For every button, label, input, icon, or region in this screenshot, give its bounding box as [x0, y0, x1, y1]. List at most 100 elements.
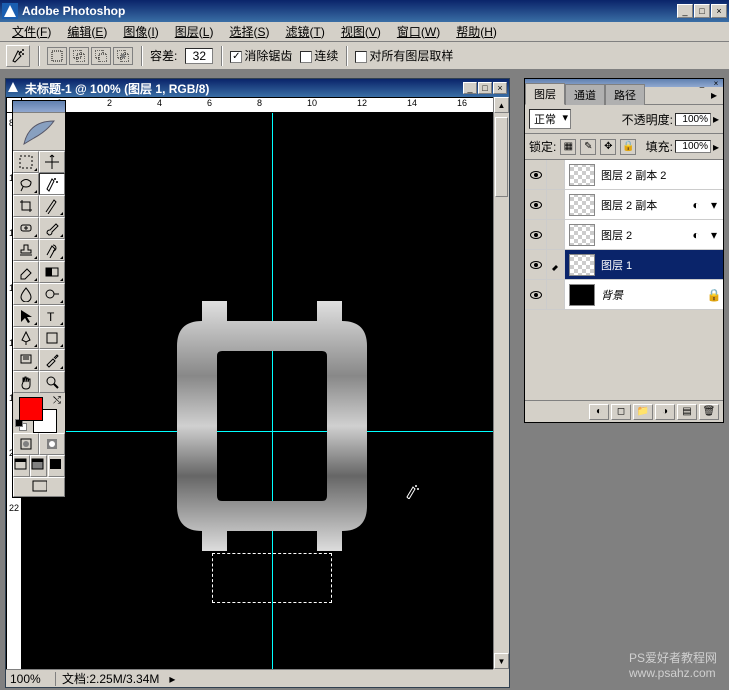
blend-mode-select[interactable]: 正常 [529, 109, 571, 129]
tools-palette[interactable]: T ⤭ [12, 100, 66, 498]
menu-edit[interactable]: 编辑(E) [59, 21, 115, 42]
layer-style-button[interactable]: ◐ [589, 404, 609, 420]
quickmask-mode-icon[interactable] [39, 433, 65, 455]
layer-name[interactable]: 图层 2 [599, 227, 687, 243]
menu-window[interactable]: 窗口(W) [389, 21, 448, 42]
tolerance-input[interactable] [185, 48, 213, 64]
current-tool-icon[interactable] [6, 45, 30, 67]
screen-menubar-icon[interactable] [30, 455, 47, 477]
foreground-color[interactable] [19, 397, 43, 421]
antialias-checkbox[interactable]: 消除锯齿 [230, 47, 292, 64]
layer-style-icon[interactable]: ◐ [687, 228, 705, 242]
layer-visibility-toggle[interactable] [525, 160, 547, 189]
layer-thumbnail[interactable] [569, 194, 595, 216]
menu-file[interactable]: 文件(F) [4, 21, 59, 42]
layer-link-toggle[interactable] [547, 280, 565, 309]
document-info[interactable]: 文档:2.25M/3.34M [56, 670, 165, 687]
menu-view[interactable]: 视图(V) [333, 21, 389, 42]
close-button[interactable]: × [711, 4, 727, 18]
layer-mask-button[interactable]: ◻ [611, 404, 631, 420]
swap-colors-icon[interactable]: ⤭ [53, 395, 61, 406]
layer-visibility-toggle[interactable] [525, 220, 547, 249]
layer-link-toggle[interactable] [547, 220, 565, 249]
brush-tool[interactable] [39, 217, 65, 239]
delete-layer-button[interactable]: 🗑 [699, 404, 719, 420]
canvas[interactable] [22, 113, 493, 669]
layer-link-toggle[interactable] [547, 250, 565, 279]
hand-tool[interactable] [13, 371, 39, 393]
shape-tool[interactable] [39, 327, 65, 349]
layer-visibility-toggle[interactable] [525, 190, 547, 219]
layer-expand-icon[interactable]: ▾ [705, 228, 723, 242]
eyedropper-tool[interactable] [39, 349, 65, 371]
layer-row[interactable]: 图层 2 ◐ ▾ [525, 220, 723, 250]
lock-pixels-icon[interactable]: ✎ [580, 139, 596, 155]
layer-thumbnail[interactable] [569, 254, 595, 276]
sel-new-icon[interactable] [47, 47, 67, 65]
layer-name[interactable]: 图层 2 副本 [599, 197, 687, 213]
scroll-up-button[interactable]: ▲ [494, 97, 509, 113]
sel-sub-icon[interactable] [91, 47, 111, 65]
eraser-tool[interactable] [13, 261, 39, 283]
layer-link-toggle[interactable] [547, 160, 565, 189]
restore-button[interactable]: □ [694, 4, 710, 18]
tools-header[interactable] [13, 101, 65, 113]
magic-wand-tool[interactable] [39, 173, 65, 195]
lasso-tool[interactable] [13, 173, 39, 195]
dodge-tool[interactable] [39, 283, 65, 305]
layer-row[interactable]: 图层 2 副本 2 [525, 160, 723, 190]
menu-layer[interactable]: 图层(L) [167, 21, 222, 42]
history-brush-tool[interactable] [39, 239, 65, 261]
adjustment-layer-button[interactable]: ◑ [655, 404, 675, 420]
crop-tool[interactable] [13, 195, 39, 217]
layer-set-button[interactable]: 📁 [633, 404, 653, 420]
scroll-down-button[interactable]: ▼ [494, 653, 509, 669]
path-select-tool[interactable] [13, 305, 39, 327]
tab-paths[interactable]: 路径 [605, 84, 645, 105]
sel-add-icon[interactable] [69, 47, 89, 65]
layer-visibility-toggle[interactable] [525, 280, 547, 309]
minimize-button[interactable]: _ [677, 4, 693, 18]
lock-position-icon[interactable]: ✥ [600, 139, 616, 155]
type-tool[interactable]: T [39, 305, 65, 327]
slice-tool[interactable] [39, 195, 65, 217]
layer-expand-icon[interactable]: ▾ [705, 198, 723, 212]
screen-standard-icon[interactable] [13, 455, 30, 477]
menu-image[interactable]: 图像(I) [115, 21, 166, 42]
tab-channels[interactable]: 通道 [565, 84, 605, 105]
layer-row[interactable]: 背景 🔒 [525, 280, 723, 310]
panel-menu-icon[interactable]: ▸ [705, 86, 723, 104]
contiguous-checkbox[interactable]: 连续 [300, 47, 338, 64]
menu-help[interactable]: 帮助(H) [448, 21, 505, 42]
scrollbar-vertical[interactable]: ▲ ▼ [493, 97, 509, 669]
layer-thumbnail[interactable] [569, 224, 595, 246]
doc-minimize-button[interactable]: _ [463, 82, 477, 94]
zoom-tool[interactable] [39, 371, 65, 393]
opacity-flyout-icon[interactable]: ▸ [713, 112, 719, 126]
screen-full-icon[interactable] [48, 455, 65, 477]
all-layers-checkbox[interactable]: 对所有图层取样 [355, 47, 453, 64]
jump-to-imageready-icon[interactable] [13, 477, 65, 497]
layer-name[interactable]: 背景 [599, 287, 705, 303]
fill-flyout-icon[interactable]: ▸ [713, 140, 719, 154]
doc-maximize-button[interactable]: □ [478, 82, 492, 94]
standard-mode-icon[interactable] [13, 433, 39, 455]
sel-intersect-icon[interactable] [113, 47, 133, 65]
document-titlebar[interactable]: 未标题-1 @ 100% (图层 1, RGB/8) _ □ × [6, 79, 509, 97]
layer-thumbnail[interactable] [569, 164, 595, 186]
blur-tool[interactable] [13, 283, 39, 305]
zoom-level[interactable]: 100% [6, 672, 56, 686]
healing-tool[interactable] [13, 217, 39, 239]
lock-all-icon[interactable]: 🔒 [620, 139, 636, 155]
layer-link-toggle[interactable] [547, 190, 565, 219]
layer-thumbnail[interactable] [569, 284, 595, 306]
fill-input[interactable]: 100% [675, 140, 711, 153]
new-layer-button[interactable]: ▤ [677, 404, 697, 420]
stamp-tool[interactable] [13, 239, 39, 261]
gradient-tool[interactable] [39, 261, 65, 283]
layer-row[interactable]: 图层 1 [525, 250, 723, 280]
ruler-horizontal[interactable]: 0 2 4 6 8 10 12 14 16 [22, 97, 493, 113]
tab-layers[interactable]: 图层 [525, 83, 565, 105]
layer-visibility-toggle[interactable] [525, 250, 547, 279]
scroll-thumb[interactable] [495, 117, 508, 197]
